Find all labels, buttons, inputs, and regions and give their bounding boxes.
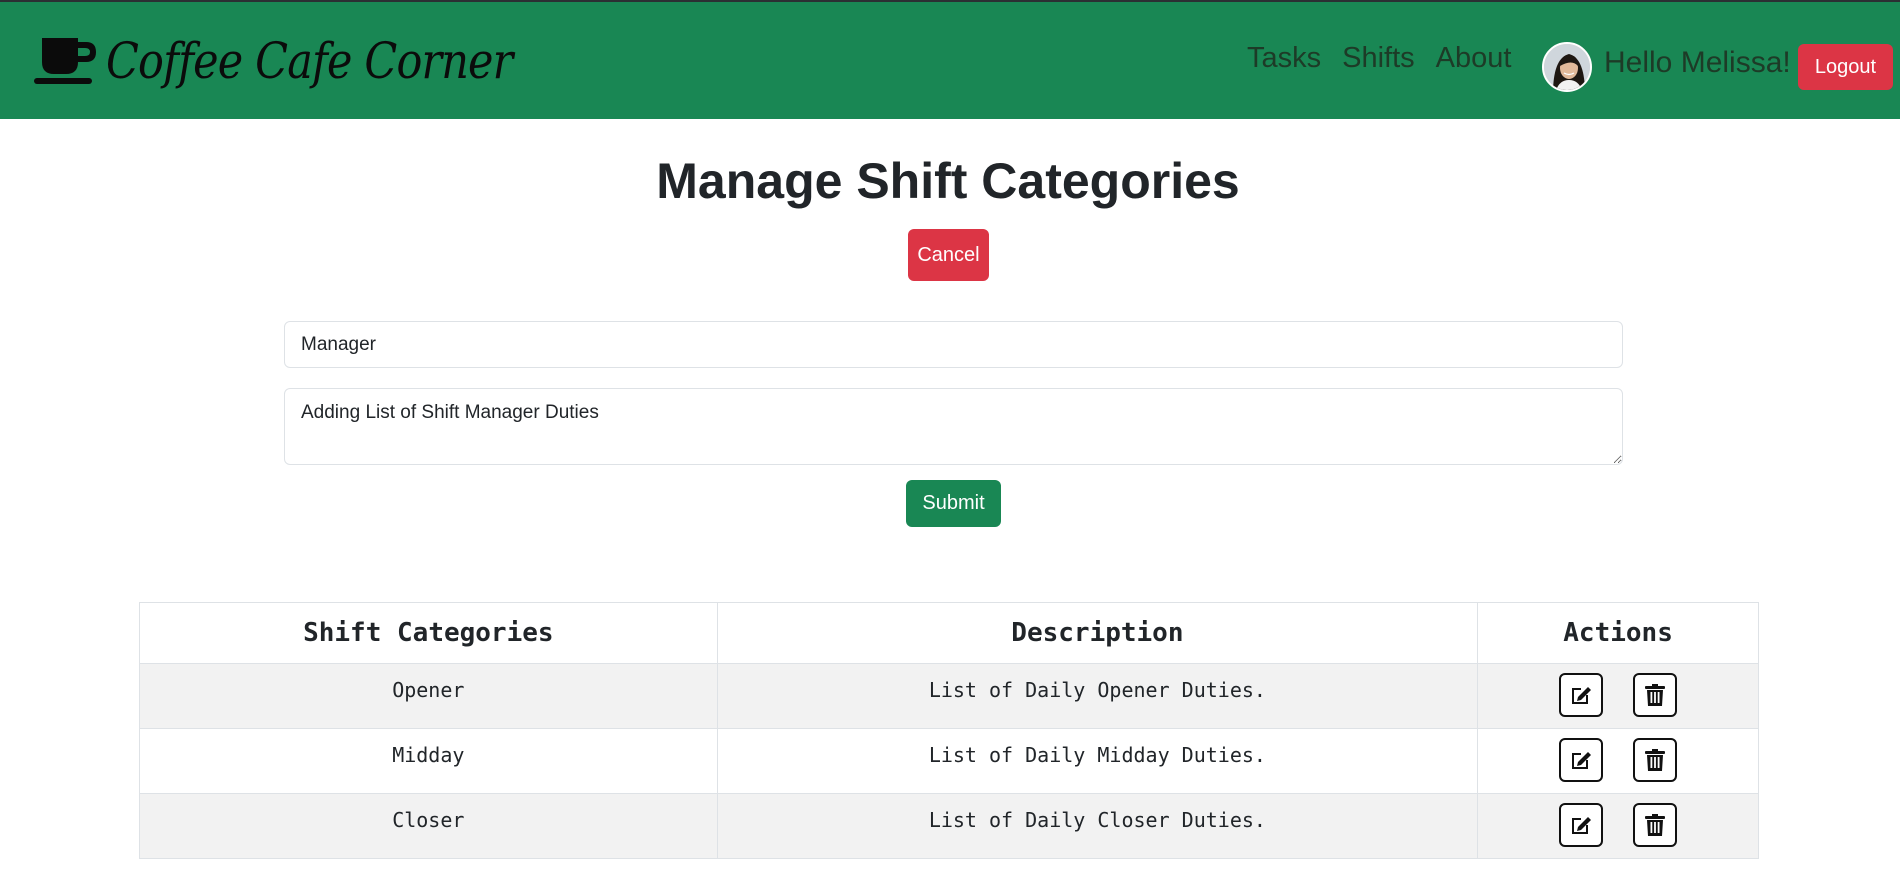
cell-actions [1477, 793, 1759, 859]
table-row: Opener List of Daily Opener Duties. [139, 663, 1759, 729]
trash-icon [1645, 749, 1666, 771]
avatar[interactable] [1542, 42, 1592, 92]
edit-icon [1572, 687, 1592, 704]
nav-links: Tasks Shifts About [1247, 42, 1532, 75]
cell-description: List of Daily Closer Duties. [716, 793, 1479, 859]
table-header-row: Shift Categories Description Actions [139, 602, 1759, 664]
edit-icon [1572, 817, 1592, 834]
edit-button[interactable] [1559, 803, 1604, 847]
page-title: Manage Shift Categories [656, 153, 1240, 209]
logout-button[interactable]: Logout [1798, 44, 1893, 90]
trash-icon [1645, 684, 1666, 706]
edit-icon [1572, 752, 1592, 769]
cell-category: Opener [139, 663, 718, 729]
brand[interactable]: Coffee Cafe Corner [34, 26, 578, 96]
category-name-input[interactable] [284, 321, 1623, 368]
delete-button[interactable] [1633, 738, 1678, 782]
brand-name: Coffee Cafe Corner [106, 32, 513, 90]
navbar: Coffee Cafe Corner Tasks Shifts About He… [0, 0, 1900, 119]
user-avatar-image [1544, 44, 1590, 90]
cell-category: Closer [139, 793, 718, 859]
header-actions: Actions [1477, 602, 1759, 664]
delete-button[interactable] [1633, 803, 1678, 847]
nav-link-about[interactable]: About [1436, 42, 1512, 75]
nav-link-tasks[interactable]: Tasks [1247, 42, 1321, 75]
cell-description: List of Daily Opener Duties. [716, 663, 1479, 729]
header-shift-categories: Shift Categories [139, 602, 718, 664]
cell-category: Midday [139, 728, 718, 794]
nav-link-shifts[interactable]: Shifts [1342, 42, 1415, 75]
edit-button[interactable] [1559, 738, 1604, 782]
table-row: Midday List of Daily Midday Duties. [139, 728, 1759, 794]
table-row: Closer List of Daily Closer Duties. [139, 793, 1759, 859]
cell-actions [1477, 728, 1759, 794]
greeting: Hello Melissa! [1604, 46, 1791, 79]
delete-button[interactable] [1633, 673, 1678, 717]
cell-actions [1477, 663, 1759, 729]
cancel-button[interactable]: Cancel [908, 229, 989, 281]
coffee-cup-icon [34, 38, 96, 84]
submit-button[interactable]: Submit [906, 480, 1001, 527]
header-description: Description [716, 602, 1479, 664]
category-description-textarea[interactable]: Adding List of Shift Manager Duties [284, 388, 1623, 465]
edit-button[interactable] [1559, 673, 1604, 717]
shift-categories-table: Shift Categories Description Actions Ope… [139, 602, 1759, 859]
trash-icon [1645, 814, 1666, 836]
cell-description: List of Daily Midday Duties. [716, 728, 1479, 794]
